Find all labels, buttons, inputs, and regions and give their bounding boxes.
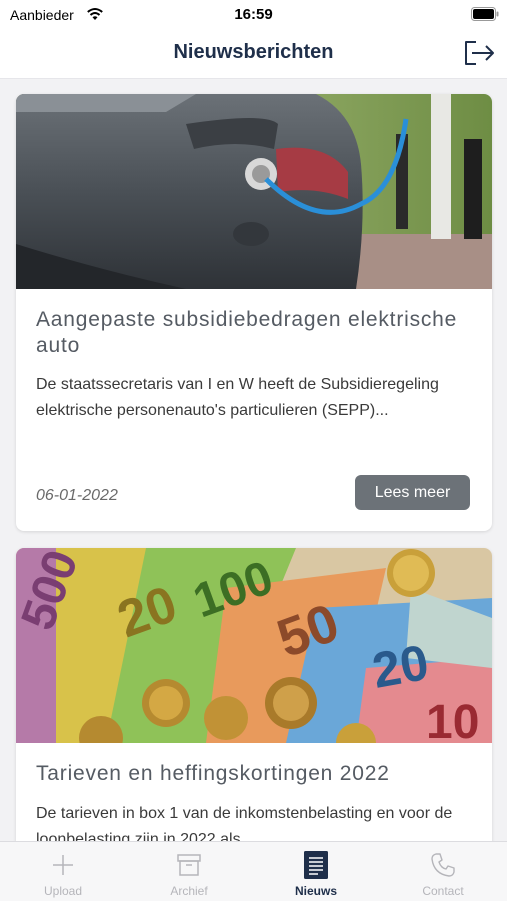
read-more-button[interactable]: Lees meer xyxy=(355,475,470,510)
article-excerpt: De tarieven in box 1 van de inkomstenbel… xyxy=(36,805,453,841)
tab-label: Archief xyxy=(170,884,208,898)
newspaper-icon xyxy=(304,851,328,879)
tab-nieuws[interactable]: Nieuws xyxy=(253,842,379,901)
tab-label: Nieuws xyxy=(294,884,337,898)
news-list[interactable]: Aangepaste subsidiebedragen elektrische … xyxy=(0,79,507,841)
tab-bar: Upload Archief Nieuws Contact xyxy=(0,841,507,901)
page-title: Nieuwsberichten xyxy=(173,41,334,63)
battery-icon xyxy=(471,7,499,21)
article-excerpt: De staatssecretaris van I en W heeft de … xyxy=(36,376,439,419)
logout-icon[interactable] xyxy=(462,38,496,68)
euro-banknotes-image: 500 20 100 50 20 10 xyxy=(16,548,492,743)
tab-label: Contact xyxy=(422,884,464,898)
svg-text:20: 20 xyxy=(368,634,433,699)
tab-upload[interactable]: Upload xyxy=(0,842,126,901)
phone-icon xyxy=(431,853,455,877)
plus-icon xyxy=(53,855,73,875)
tab-label: Upload xyxy=(43,884,83,898)
article-title[interactable]: Tarieven en heffingskortingen 2022 xyxy=(36,761,466,787)
status-bar: Aanbieder 16:59 xyxy=(0,0,507,30)
news-card[interactable]: Aangepaste subsidiebedragen elektrische … xyxy=(16,94,492,531)
archive-box-icon xyxy=(177,854,201,876)
status-time: 16:59 xyxy=(234,6,273,23)
article-date: 06-01-2022 xyxy=(36,487,118,504)
article-title[interactable]: Aangepaste subsidiebedragen elektrische … xyxy=(36,307,466,359)
news-card[interactable]: 500 20 100 50 20 10 Tarieven en heffings… xyxy=(16,548,492,841)
tab-archief[interactable]: Archief xyxy=(126,842,252,901)
nav-bar: Nieuwsberichten xyxy=(0,30,507,79)
svg-text:10: 10 xyxy=(426,696,479,743)
electric-car-charging-image xyxy=(16,94,492,289)
tab-contact[interactable]: Contact xyxy=(380,842,506,901)
